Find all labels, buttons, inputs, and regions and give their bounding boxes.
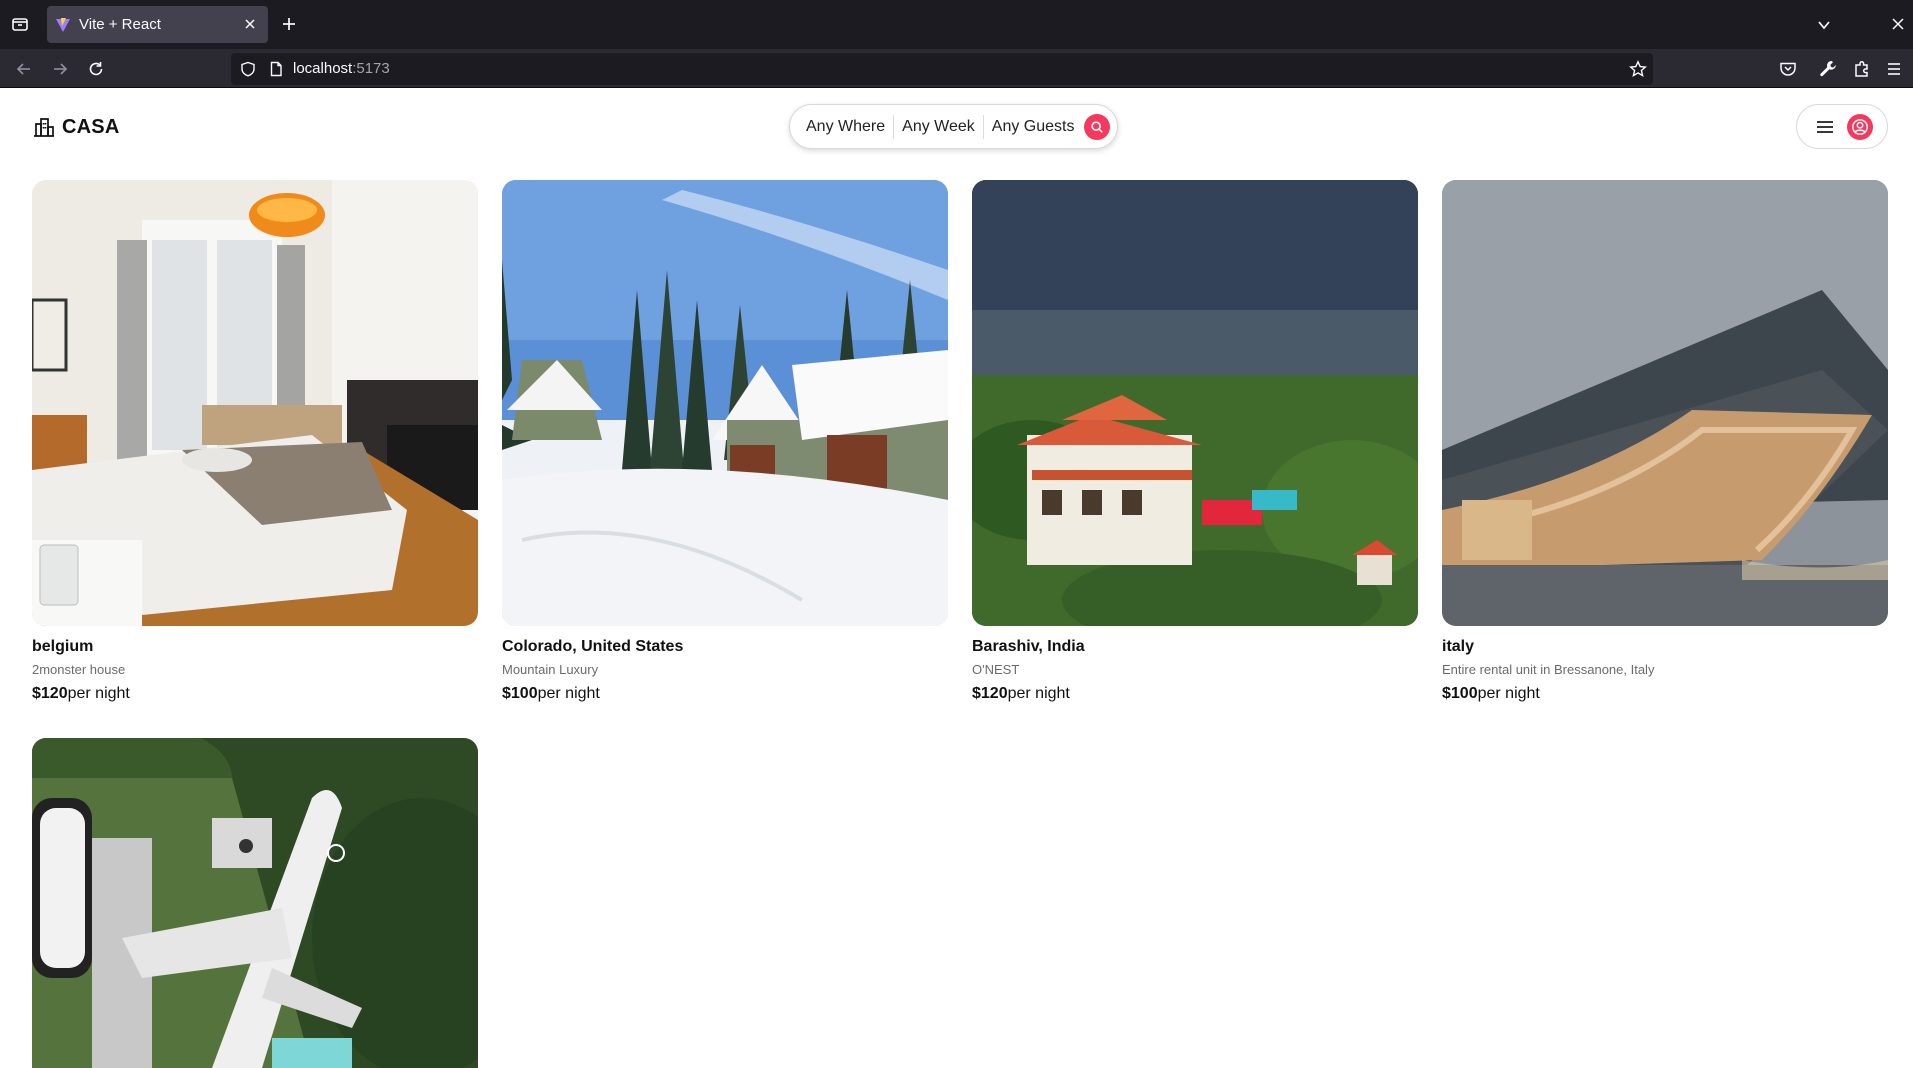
tab-title: Vite + React: [79, 16, 161, 33]
logo-text: CASA: [62, 115, 120, 138]
listing-card[interactable]: Barashiv, India O'NEST $120per night: [972, 180, 1418, 703]
app-menu-icon[interactable]: [1884, 59, 1904, 79]
listing-card[interactable]: [32, 738, 478, 1068]
url-text[interactable]: localhost:5173: [293, 60, 390, 77]
listing-title: Barashiv, India: [972, 638, 1085, 655]
close-icon[interactable]: [242, 16, 258, 32]
listing-subtitle: O'NEST: [972, 662, 1020, 677]
search-button[interactable]: [1084, 113, 1111, 140]
listing-price: $100per night: [502, 685, 948, 703]
browser-tab-bar: Vite + React: [0, 0, 1913, 49]
logo[interactable]: CASA: [32, 115, 119, 139]
plus-icon[interactable]: [280, 15, 298, 33]
listing-photo[interactable]: [972, 180, 1418, 626]
listing-title: Colorado, United States: [502, 638, 684, 655]
back-icon[interactable]: [14, 59, 34, 79]
wrench-icon[interactable]: [1818, 59, 1838, 79]
url-port: :5173: [352, 60, 390, 77]
listing-card[interactable]: italy Entire rental unit in Bressanone, …: [1442, 180, 1888, 703]
listing-price: $100per night: [1442, 685, 1888, 703]
listing-card[interactable]: belgium 2monster house $120per night: [32, 180, 478, 703]
search-week[interactable]: Any Week: [894, 118, 983, 136]
extensions-icon[interactable]: [1852, 59, 1872, 79]
search-bar[interactable]: Any Where Any Week Any Guests: [789, 104, 1118, 149]
user-icon: [1847, 113, 1873, 140]
search-icon: [1091, 120, 1104, 133]
listing-price: $120per night: [972, 685, 1418, 703]
close-icon[interactable]: [1890, 16, 1906, 32]
price-amount: $100: [1442, 685, 1478, 702]
star-icon[interactable]: [1629, 60, 1647, 78]
tab-list-icon[interactable]: [10, 14, 30, 34]
url-host: localhost: [293, 60, 353, 77]
user-menu-button[interactable]: [1796, 104, 1888, 149]
price-amount: $120: [32, 685, 68, 702]
forward-icon[interactable]: [50, 59, 70, 79]
chevron-down-icon[interactable]: [1815, 16, 1833, 34]
vite-favicon-icon: [55, 17, 71, 33]
listing-photo[interactable]: [1442, 180, 1888, 626]
price-unit: per night: [1007, 685, 1070, 702]
search-where[interactable]: Any Where: [806, 118, 893, 136]
price-unit: per night: [1477, 685, 1540, 702]
logo-building-icon: [32, 115, 56, 139]
listing-title: italy: [1442, 638, 1475, 655]
listing-photo[interactable]: [502, 180, 948, 626]
site-header: CASA Any Where Any Week Any Guests: [0, 88, 1913, 178]
price-amount: $120: [972, 685, 1008, 702]
browser-nav-bar: localhost:5173: [0, 49, 1913, 88]
browser-tab[interactable]: Vite + React: [47, 6, 268, 43]
price-unit: per night: [537, 685, 600, 702]
page-content: CASA Any Where Any Week Any Guests belgi…: [0, 88, 1913, 1068]
pocket-icon[interactable]: [1778, 59, 1798, 79]
listing-price: $120per night: [32, 685, 478, 703]
shield-icon[interactable]: [240, 61, 256, 77]
reload-icon[interactable]: [86, 59, 106, 79]
listing-subtitle: 2monster house: [32, 662, 126, 677]
url-bar[interactable]: localhost:5173: [231, 53, 1653, 85]
page-icon[interactable]: [268, 61, 284, 77]
listing-subtitle: Entire rental unit in Bressanone, Italy: [1442, 662, 1655, 677]
price-unit: per night: [67, 685, 130, 702]
listing-subtitle: Mountain Luxury: [502, 662, 599, 677]
hamburger-icon: [1815, 117, 1835, 137]
price-amount: $100: [502, 685, 538, 702]
listing-title: belgium: [32, 638, 94, 655]
search-guests[interactable]: Any Guests: [984, 118, 1083, 136]
listing-card[interactable]: Colorado, United States Mountain Luxury …: [502, 180, 948, 703]
listing-photo[interactable]: [32, 738, 478, 1068]
listing-photo[interactable]: [32, 180, 478, 626]
